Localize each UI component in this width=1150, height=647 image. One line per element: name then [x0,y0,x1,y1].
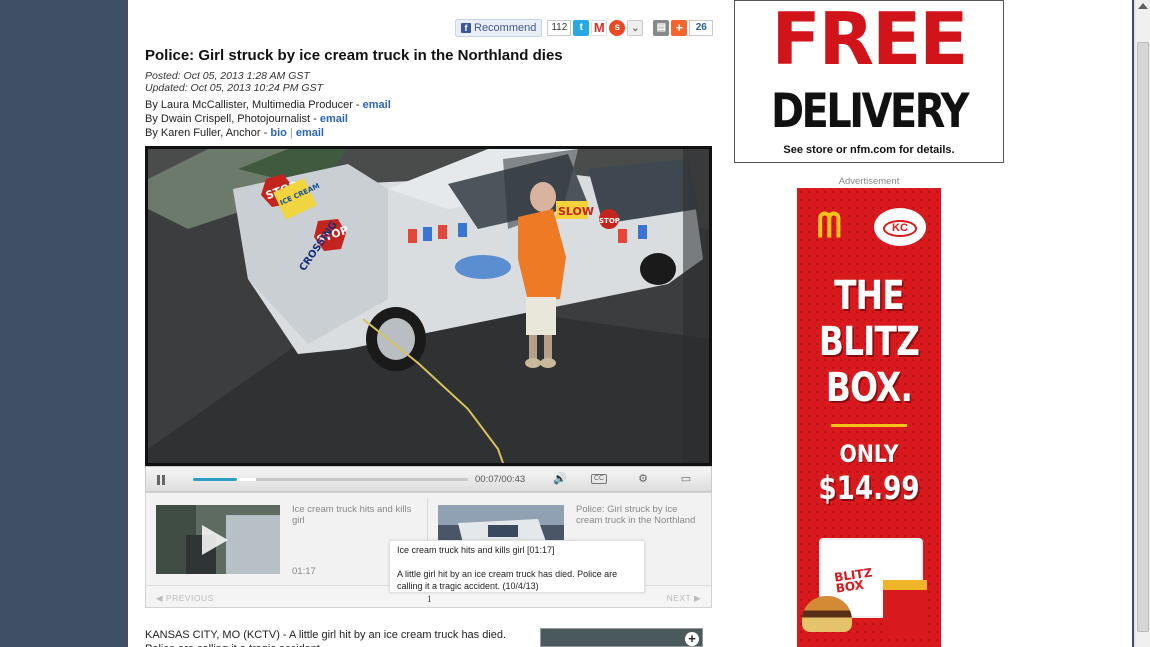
scrollbar-thumb[interactable] [1137,42,1149,632]
addthis-plus-icon[interactable]: + [671,20,688,36]
chiefs-arrowhead-logo: KC [874,208,926,246]
link-separator: | [289,127,293,139]
ad-blitz-box-title: THE BLITZ BOX. [810,273,928,411]
ad-title-line: BLITZ [818,319,920,365]
ad-divider [831,424,907,427]
facebook-recommend-button[interactable]: f Recommend [455,19,543,37]
playlist-item-title[interactable]: Ice cream truck hits and kills girl [292,504,417,526]
recommend-count: 112 [547,20,572,36]
fries-image [883,580,927,634]
updated-time: Updated: Oct 05, 2013 10:24 PM GST [145,82,324,94]
closed-captions-icon[interactable]: CC [591,474,607,484]
box-label-line: BOX [834,577,865,596]
truck-sign: STOP [599,217,620,225]
progress-bar[interactable] [193,478,468,481]
video-controls: 00:07/00:43 🔊 CC ⚙ ▭ [145,466,712,492]
byline: By Dwain Crispell, Photojournalist - ema… [145,112,391,126]
thumbnail-image [156,505,280,574]
byline-text: By Karen Fuller, Anchor - [145,127,271,139]
article-timestamps: Posted: Oct 05, 2013 1:28 AM GST Updated… [145,70,323,94]
related-video-thumbnail[interactable]: + [540,628,703,647]
facebook-icon: f [461,23,471,33]
byline-text: By Dwain Crispell, Photojournalist - [145,113,320,125]
ad-only-label: ONLY [839,440,899,468]
ad-free-delivery-banner[interactable]: FREE DELIVERY See store or nfm.com for d… [734,0,1004,163]
pause-icon[interactable] [157,475,165,485]
byline: By Laura McCallister, Multimedia Produce… [145,98,391,112]
playlist-item-duration: 01:17 [292,566,316,577]
playlist-tooltip: Ice cream truck hits and kills girl [01:… [389,540,645,593]
email-link[interactable]: email [296,127,324,139]
bio-link[interactable]: bio [270,127,287,139]
scroll-up-arrow-icon[interactable] [1138,3,1148,9]
box-label: BLITZ BOX [833,565,875,596]
twitter-icon[interactable]: t [573,20,590,36]
fullscreen-icon[interactable]: ▭ [678,472,694,486]
stumbleupon-icon[interactable]: s [609,20,626,36]
video-player[interactable]: STOP STOP SLOW STOP ICE CREAM CROSSING [145,146,712,466]
print-icon[interactable]: ▤ [653,20,670,36]
volume-icon[interactable]: 🔊 [552,472,568,486]
ad-headline-delivery: DELIVERY [770,84,970,139]
mcdonalds-arches-logo: ᗰ [817,206,842,246]
more-dropdown-icon[interactable]: ⌄ [627,20,644,36]
expand-plus-icon[interactable]: + [685,632,699,646]
previous-button[interactable]: ◀ PREVIOUS [156,593,214,604]
email-link[interactable]: email [320,113,348,125]
settings-gear-icon[interactable]: ⚙ [635,472,651,486]
playlist-thumbnail[interactable] [156,505,280,574]
ad-mcdonalds-blitz-box[interactable]: ᗰ KC THE BLITZ BOX. ONLY $14.99 BLITZ BO… [797,188,941,647]
ad-fine-print: See store or nfm.com for details. [783,144,955,156]
video-frame[interactable]: STOP STOP SLOW STOP ICE CREAM CROSSING [148,149,709,463]
progress-fill [193,478,237,481]
page-number[interactable]: 1 [427,594,432,604]
timecode: 00:07/00:43 [475,474,526,485]
gmail-icon[interactable]: M [591,20,608,36]
posted-time: Posted: Oct 05, 2013 1:28 AM GST [145,70,310,82]
byline-text: By Laura McCallister, Multimedia Produce… [145,99,363,111]
ad-headline-free: FREE [771,0,969,81]
email-link[interactable]: email [363,99,391,111]
tooltip-title: Ice cream truck hits and kills girl [01:… [397,545,555,555]
ad-price: $14.99 [818,469,920,507]
next-button[interactable]: NEXT ▶ [667,593,701,604]
recommend-label: Recommend [474,22,537,34]
article-headline: Police: Girl struck by ice cream truck i… [145,47,563,64]
ad-title-line: THE [834,273,905,319]
playlist-item-title[interactable]: Police: Girl struck by ice cream truck i… [576,504,706,526]
share-bar: f Recommend 112 t M s ⌄ ▤ + 26 [455,19,714,37]
share-count: 26 [689,20,714,36]
tooltip-description: A little girl hit by an ice cream truck … [397,569,618,591]
byline: By Karen Fuller, Anchor - bio | email [145,126,391,140]
vertical-scrollbar[interactable] [1134,0,1150,647]
article-bylines: By Laura McCallister, Multimedia Produce… [145,98,391,140]
advertisement-label: Advertisement [838,176,900,187]
truck-sign: SLOW [558,205,594,218]
ad-title-line: BOX. [825,365,913,411]
article-body: KANSAS CITY, MO (KCTV) - A little girl h… [145,629,507,647]
